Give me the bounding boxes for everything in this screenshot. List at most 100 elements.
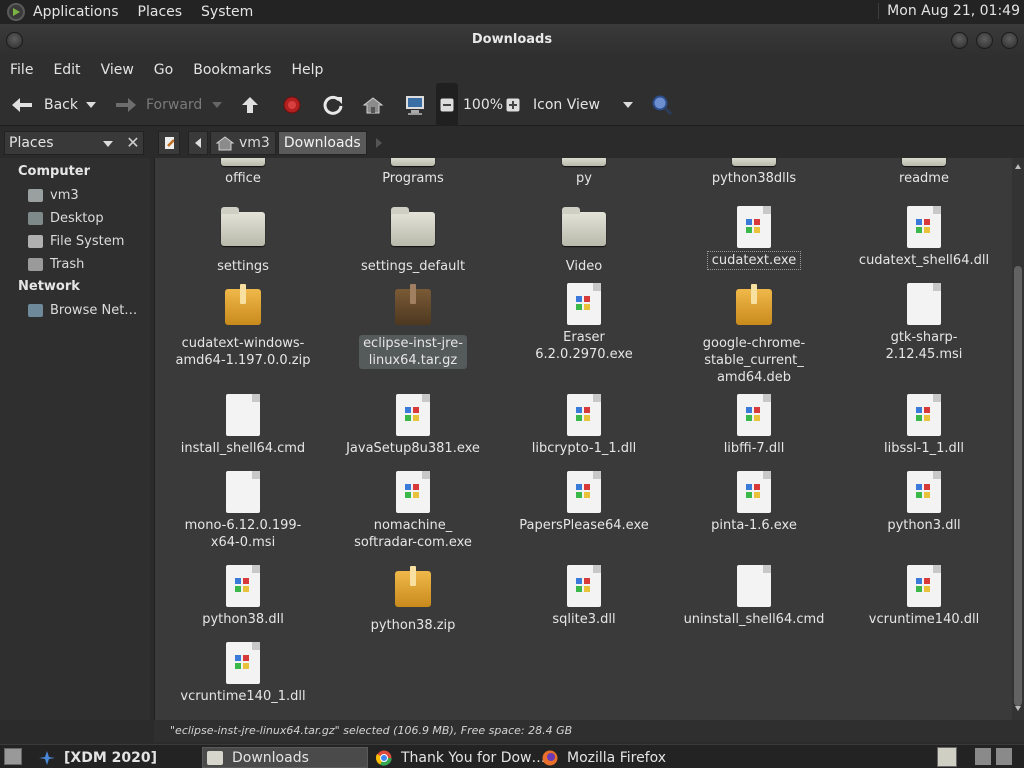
minimize-button[interactable] [951,32,968,49]
file-item[interactable]: gtk-sharp-2.12.45.msi [849,283,999,363]
show-desktop-icon[interactable] [4,748,22,765]
file-item[interactable]: settings_default [338,206,488,275]
breadcrumb-downloads[interactable]: Downloads [277,131,367,155]
task-firefox[interactable]: Mozilla Firefox [538,747,666,768]
xdm-icon [39,750,55,765]
search-button[interactable] [651,83,673,126]
forward-button[interactable]: Forward [114,83,202,126]
maximize-button[interactable] [976,32,993,49]
sidebar-item-vm3[interactable]: vm3 [28,185,79,205]
task-downloads[interactable]: Downloads [202,747,368,768]
executable-icon [221,642,265,684]
menu-go[interactable]: Go [154,62,173,78]
file-item[interactable]: python38.zip [338,565,488,634]
file-item[interactable]: py [509,158,659,187]
distro-logo-icon[interactable] [7,3,25,21]
file-item[interactable]: uninstall_shell64.cmd [679,565,829,628]
file-name-label: libssl-1_1.dll [884,441,964,456]
chevron-right-icon[interactable] [375,138,383,148]
file-item[interactable]: libffi-7.dll [679,394,829,457]
file-item[interactable]: mono-6.12.0.199- x64-0.msi [168,471,318,551]
zoom-level[interactable]: 100% [463,83,503,126]
menubar: File Edit View Go Bookmarks Help [0,56,1024,83]
executable-icon [902,394,946,436]
menu-view[interactable]: View [101,62,134,78]
file-item[interactable]: office [168,158,318,187]
workspace-switcher[interactable] [975,748,991,765]
reload-button[interactable] [322,83,344,126]
file-name-label: python38.zip [370,618,456,633]
file-name-label: google-chrome-stable_current_ amd64.deb [702,336,806,385]
up-button[interactable] [240,83,260,126]
menu-edit[interactable]: Edit [53,62,80,78]
file-name-label: python3.dll [887,518,961,533]
task-label: Thank You for Dow… [401,749,546,766]
file-item[interactable]: Programs [338,158,488,187]
view-mode-select[interactable]: Icon View [533,83,600,126]
file-item[interactable]: libssl-1_1.dll [849,394,999,457]
notes-applet-icon[interactable] [937,747,957,767]
forward-history-dropdown[interactable] [212,83,222,126]
places-menu[interactable]: Places [138,4,183,20]
close-sidebar-icon[interactable]: ✕ [124,133,142,153]
file-icon-view[interactable]: office Programs py python38dlls readme settin… [154,158,1012,720]
close-button[interactable] [1001,32,1018,49]
file-item[interactable]: PapersPlease64.exe [509,471,659,534]
sidebar-item-file-system[interactable]: File System [28,231,124,251]
window-titlebar[interactable]: Downloads [0,24,1024,56]
breadcrumb-scroll-left[interactable] [188,131,208,155]
file-item[interactable]: Video [509,206,659,275]
sidebar-item-desktop[interactable]: Desktop [28,208,104,228]
system-menu[interactable]: System [201,4,253,20]
home-button[interactable] [362,83,384,126]
file-item[interactable]: readme [849,158,999,187]
file-item[interactable]: JavaSetup8u381.exe [338,394,488,457]
trash-applet-icon[interactable] [996,748,1012,765]
vertical-scrollbar[interactable] [1012,158,1024,720]
file-item[interactable]: vcruntime140.dll [849,565,999,628]
task-chrome[interactable]: Thank You for Dow… [372,747,546,768]
panel-clock[interactable]: Mon Aug 21, 01:49 [878,3,1020,19]
file-item[interactable]: sqlite3.dll [509,565,659,628]
folder-icon [562,158,606,166]
scrollbar-thumb[interactable] [1014,266,1022,706]
file-item[interactable]: google-chrome-stable_current_ amd64.deb [679,283,829,386]
zoom-in-button[interactable] [506,83,520,126]
file-item[interactable]: vcruntime140_1.dll [168,642,318,705]
file-item[interactable]: cudatext-windows-amd64-1.197.0.0.zip [168,283,318,369]
file-item[interactable]: libcrypto-1_1.dll [509,394,659,457]
file-item[interactable]: settings [168,206,318,275]
menu-file[interactable]: File [10,62,33,78]
scroll-down-icon[interactable] [1015,706,1021,711]
file-item[interactable]: python3.dll [849,471,999,534]
sidebar-item-trash[interactable]: Trash [28,254,84,274]
view-mode-dropdown[interactable] [623,83,633,126]
file-item[interactable]: nomachine_ softradar-com.exe [338,471,488,551]
zoom-out-icon [440,98,454,111]
file-item[interactable]: python38.dll [168,565,318,628]
back-history-dropdown[interactable] [86,83,96,126]
menu-help[interactable]: Help [291,62,323,78]
menu-bookmarks[interactable]: Bookmarks [193,62,271,78]
file-item[interactable]: pinta-1.6.exe [679,471,829,534]
file-item[interactable]: cudatext.exe [679,206,829,270]
file-item[interactable]: install_shell64.cmd [168,394,318,457]
executable-icon [902,471,946,513]
file-item[interactable]: python38dlls [679,158,829,187]
file-item[interactable]: eclipse-inst-jre-linux64.tar.gz [338,283,488,369]
breadcrumb-vm3[interactable]: vm3 [210,131,276,155]
zoom-out-button[interactable] [436,83,458,126]
document-icon [732,565,776,607]
file-name-label: vcruntime140.dll [868,612,980,627]
task-xdm[interactable]: [XDM 2020] [34,747,157,768]
sidebar-mode-select[interactable]: Places [4,131,144,155]
computer-button[interactable] [403,83,427,126]
stop-button[interactable] [282,83,302,126]
file-item[interactable]: Eraser 6.2.0.2970.exe [509,283,659,363]
scroll-up-icon[interactable] [1015,164,1021,169]
back-button[interactable]: Back [10,83,78,126]
file-item[interactable]: cudatext_shell64.dll [849,206,999,269]
sidebar-item-browse-network[interactable]: Browse Net… [28,300,137,320]
edit-location-button[interactable] [158,131,180,155]
applications-menu[interactable]: Applications [33,4,119,20]
